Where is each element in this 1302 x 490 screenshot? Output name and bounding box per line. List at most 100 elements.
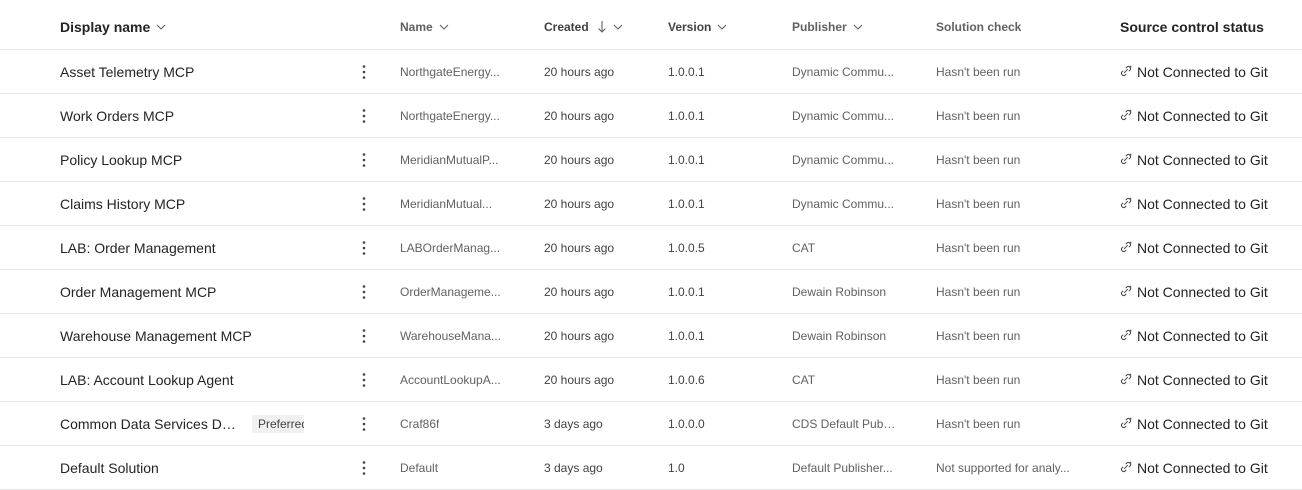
column-header-solution-check[interactable]: Solution check <box>936 5 1076 49</box>
source-control-cell: Not Connected to Git <box>1120 314 1302 357</box>
display-name-cell[interactable]: Warehouse Management MCP <box>60 314 350 357</box>
display-name[interactable]: LAB: Order Management <box>60 240 216 256</box>
more-commands-button[interactable] <box>356 414 372 434</box>
column-header-display-name[interactable]: Display name <box>60 5 350 49</box>
more-commands-button[interactable] <box>356 326 372 346</box>
display-name-cell[interactable]: Order Management MCP <box>60 270 350 313</box>
publisher-cell: Dewain Robinson <box>792 314 896 357</box>
publisher-cell: Dynamic Commu... <box>792 182 896 225</box>
display-name[interactable]: Default Solution <box>60 460 159 476</box>
source-control-value: Not Connected to Git <box>1137 371 1268 388</box>
solutions-grid: Display name Name Created Version Publis… <box>0 0 1302 490</box>
solution-check-cell: Hasn't been run <box>936 94 1076 137</box>
version-cell: 1.0.0.1 <box>668 50 778 93</box>
version-cell: 1.0.0.6 <box>668 358 778 401</box>
created-cell: 3 days ago <box>544 446 654 489</box>
version-cell: 1.0.0.1 <box>668 94 778 137</box>
more-commands-button[interactable] <box>356 458 372 478</box>
solution-name: Craf86f <box>400 416 440 431</box>
table-row[interactable]: Default Solution Default 3 days ago 1.0 … <box>0 446 1302 490</box>
solution-name: NorthgateEnergy... <box>400 108 500 123</box>
column-header-version[interactable]: Version <box>668 5 778 49</box>
more-commands-button[interactable] <box>356 282 372 302</box>
more-commands-cell <box>352 358 376 401</box>
created-value: 20 hours ago <box>544 64 615 79</box>
column-header-created[interactable]: Created <box>544 5 654 49</box>
source-control-value: Not Connected to Git <box>1137 283 1268 300</box>
table-row[interactable]: Warehouse Management MCP WarehouseMana..… <box>0 314 1302 358</box>
display-name-cell[interactable]: Common Data Services Def... Preferred <box>60 402 350 445</box>
table-row[interactable]: Policy Lookup MCP MeridianMutualP... 20 … <box>0 138 1302 182</box>
column-header-publisher[interactable]: Publisher <box>792 5 922 49</box>
publisher-cell: CAT <box>792 226 896 269</box>
table-row[interactable]: Order Management MCP OrderManageme... 20… <box>0 270 1302 314</box>
display-name-cell[interactable]: LAB: Order Management <box>60 226 350 269</box>
table-row[interactable]: Work Orders MCP NorthgateEnergy... 20 ho… <box>0 94 1302 138</box>
display-name[interactable]: Policy Lookup MCP <box>60 152 182 168</box>
git-disconnected-icon <box>1120 328 1132 340</box>
more-commands-button[interactable] <box>356 62 372 82</box>
column-header-label: Source control status <box>1120 19 1264 35</box>
name-cell: WarehouseMana... <box>400 314 504 357</box>
display-name-cell[interactable]: Asset Telemetry MCP <box>60 50 350 93</box>
chevron-down-icon <box>613 22 623 32</box>
publisher-value: Default Publisher... <box>792 460 893 475</box>
solution-check-cell: Hasn't been run <box>936 270 1076 313</box>
table-row[interactable]: LAB: Order Management LABOrderManag... 2… <box>0 226 1302 270</box>
solution-name: AccountLookupA... <box>400 372 501 387</box>
display-name[interactable]: Order Management MCP <box>60 284 216 300</box>
display-name[interactable]: Common Data Services Def... <box>60 416 240 432</box>
created-value: 20 hours ago <box>544 328 615 343</box>
more-commands-cell <box>352 402 376 445</box>
source-control-value: Not Connected to Git <box>1137 415 1268 432</box>
table-row[interactable]: Claims History MCP MeridianMutual... 20 … <box>0 182 1302 226</box>
display-name[interactable]: Warehouse Management MCP <box>60 328 252 344</box>
more-commands-cell <box>352 226 376 269</box>
name-cell: NorthgateEnergy... <box>400 94 504 137</box>
solution-name: Default <box>400 460 439 475</box>
display-name-cell[interactable]: Claims History MCP <box>60 182 350 225</box>
more-commands-button[interactable] <box>356 150 372 170</box>
table-row[interactable]: Common Data Services Def... Preferred Cr… <box>0 402 1302 446</box>
name-cell: OrderManageme... <box>400 270 504 313</box>
display-name[interactable]: LAB: Account Lookup Agent <box>60 372 234 388</box>
column-header-name[interactable]: Name <box>400 5 520 49</box>
more-commands-button[interactable] <box>356 106 372 126</box>
solution-name: WarehouseMana... <box>400 328 501 343</box>
more-commands-cell <box>352 50 376 93</box>
table-row[interactable]: Asset Telemetry MCP NorthgateEnergy... 2… <box>0 50 1302 94</box>
header-row: Display name Name Created Version Publis… <box>0 5 1302 50</box>
version-cell: 1.0.0.1 <box>668 138 778 181</box>
display-name-cell[interactable]: Default Solution <box>60 446 350 489</box>
publisher-value: CAT <box>792 372 816 387</box>
display-name[interactable]: Claims History MCP <box>60 196 185 212</box>
preferred-badge: Preferred <box>252 414 304 433</box>
version-value: 1.0.0.1 <box>668 108 705 123</box>
more-commands-button[interactable] <box>356 370 372 390</box>
display-name-cell[interactable]: Work Orders MCP <box>60 94 350 137</box>
version-cell: 1.0 <box>668 446 778 489</box>
solution-name: NorthgateEnergy... <box>400 64 500 79</box>
chevron-down-icon <box>717 22 727 32</box>
display-name[interactable]: Work Orders MCP <box>60 108 174 124</box>
more-vertical-icon <box>362 240 366 255</box>
more-commands-button[interactable] <box>356 194 372 214</box>
sort-descending-icon <box>597 20 607 34</box>
solution-check-value: Hasn't been run <box>936 152 1021 167</box>
column-header-label: Display name <box>60 19 151 35</box>
more-vertical-icon <box>362 152 366 167</box>
solution-check-cell: Hasn't been run <box>936 138 1076 181</box>
git-disconnected-icon <box>1120 416 1132 428</box>
more-vertical-icon <box>362 108 366 123</box>
solution-name: OrderManageme... <box>400 284 501 299</box>
table-row[interactable]: LAB: Account Lookup Agent AccountLookupA… <box>0 358 1302 402</box>
column-header-source-control[interactable]: Source control status <box>1120 5 1302 49</box>
display-name-cell[interactable]: Policy Lookup MCP <box>60 138 350 181</box>
column-header-label: Created <box>544 20 589 34</box>
version-cell: 1.0.0.1 <box>668 314 778 357</box>
source-control-cell: Not Connected to Git <box>1120 182 1302 225</box>
column-header-label: Version <box>668 20 712 34</box>
more-commands-button[interactable] <box>356 238 372 258</box>
display-name[interactable]: Asset Telemetry MCP <box>60 64 194 80</box>
display-name-cell[interactable]: LAB: Account Lookup Agent <box>60 358 350 401</box>
